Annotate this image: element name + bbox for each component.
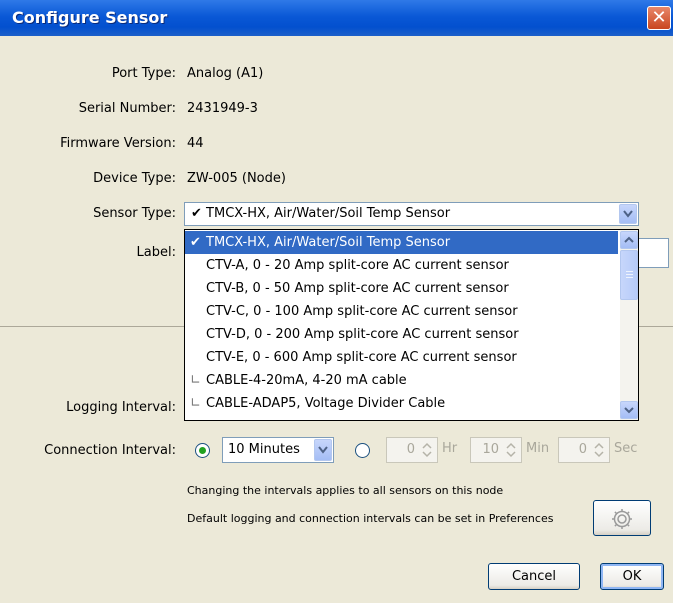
dropdown-item-label: CABLE-4-20mA, 4-20 mA cable: [206, 373, 407, 388]
dropdown-item[interactable]: ✔ TMCX-HX, Air/Water/Soil Temp Sensor: [185, 231, 618, 254]
connection-interval-label: Connection Interval:: [44, 443, 176, 458]
serial-number-label: Serial Number:: [78, 101, 176, 116]
sensor-type-label: Sensor Type:: [93, 206, 176, 221]
radio-selected-dot: [199, 447, 206, 454]
preferences-note: Default logging and connection intervals…: [187, 512, 554, 525]
hours-unit: Hr: [442, 441, 458, 456]
hours-value: 0: [406, 442, 415, 457]
cable-icon: ∟: [190, 396, 201, 411]
serial-number-value: 2431949-3: [187, 101, 258, 116]
port-type-value: Analog (A1): [187, 66, 264, 81]
connection-interval-select[interactable]: 10 Minutes: [222, 437, 334, 463]
device-type-label: Device Type:: [93, 171, 176, 186]
preferences-button[interactable]: [593, 500, 651, 536]
dropdown-item[interactable]: CTV-D, 0 - 200 Amp split-core AC current…: [185, 323, 618, 346]
dropdown-item[interactable]: CTV-A, 0 - 20 Amp split-core AC current …: [185, 254, 618, 277]
configure-sensor-dialog: Configure Sensor ✕ Port Type: Analog (A1…: [0, 0, 673, 603]
close-button[interactable]: ✕: [647, 6, 671, 30]
dropdown-item-label: TMCX-HX, Air/Water/Soil Temp Sensor: [206, 235, 451, 250]
scroll-up-button[interactable]: [620, 231, 638, 249]
dropdown-item-label: CTV-C, 0 - 100 Amp split-core AC current…: [206, 304, 518, 319]
dropdown-item[interactable]: ∟ CABLE-ADAP5, Voltage Divider Cable: [185, 392, 618, 415]
port-type-label: Port Type:: [111, 66, 176, 81]
intervals-note: Changing the intervals applies to all se…: [187, 484, 504, 497]
label-input[interactable]: [639, 238, 669, 268]
dropdown-item-label: CTV-E, 0 - 600 Amp split-core AC current…: [206, 350, 517, 365]
gear-icon: [612, 509, 632, 529]
seconds-spinner[interactable]: 0: [558, 437, 610, 463]
dropdown-item[interactable]: CTV-B, 0 - 50 Amp split-core AC current …: [185, 277, 618, 300]
minutes-unit: Min: [526, 441, 550, 456]
preset-interval-radio[interactable]: [195, 443, 210, 458]
minutes-value: 10: [482, 442, 499, 457]
firmware-version-label: Firmware Version:: [60, 136, 176, 151]
minutes-spinner[interactable]: 10: [470, 437, 522, 463]
sensor-type-combo[interactable]: ✔ TMCX-HX, Air/Water/Soil Temp Sensor: [184, 202, 639, 226]
dropdown-scrollbar[interactable]: [620, 230, 638, 420]
spinner-arrows-icon: [422, 442, 432, 458]
chevron-down-icon[interactable]: [619, 204, 637, 224]
spinner-arrows-icon: [594, 442, 604, 458]
window-title: Configure Sensor: [12, 8, 168, 27]
sensor-type-selected: ✔ TMCX-HX, Air/Water/Soil Temp Sensor: [191, 206, 451, 221]
dropdown-item[interactable]: ∟ CABLE-4-20mA, 4-20 mA cable: [185, 369, 618, 392]
cable-icon: ∟: [190, 373, 201, 388]
hours-spinner[interactable]: 0: [386, 437, 438, 463]
custom-interval-radio[interactable]: [355, 443, 370, 458]
seconds-unit: Sec: [614, 441, 638, 456]
dropdown-item[interactable]: CTV-C, 0 - 100 Amp split-core AC current…: [185, 300, 618, 323]
dropdown-item-label: CABLE-ADAP5, Voltage Divider Cable: [206, 396, 446, 411]
logging-interval-label: Logging Interval:: [66, 400, 176, 415]
device-type-value: ZW-005 (Node): [187, 171, 286, 186]
sensor-type-dropdown-list[interactable]: ✔ TMCX-HX, Air/Water/Soil Temp Sensor CT…: [184, 229, 639, 421]
scroll-down-button[interactable]: [620, 401, 638, 419]
dropdown-item-label: CTV-D, 0 - 200 Amp split-core AC current…: [206, 327, 519, 342]
check-icon: ✔: [190, 235, 201, 250]
spinner-arrows-icon: [506, 442, 516, 458]
dropdown-item-label: CTV-B, 0 - 50 Amp split-core AC current …: [206, 281, 509, 296]
label-label: Label:: [136, 245, 176, 260]
title-bar[interactable]: Configure Sensor ✕: [0, 0, 673, 36]
close-icon: ✕: [651, 7, 667, 28]
dropdown-item[interactable]: CTV-E, 0 - 600 Amp split-core AC current…: [185, 346, 618, 369]
cancel-button[interactable]: Cancel: [488, 563, 580, 590]
connection-interval-value: 10 Minutes: [228, 442, 300, 457]
firmware-version-value: 44: [187, 136, 204, 151]
chevron-up-icon: [624, 236, 634, 243]
scroll-thumb[interactable]: [620, 250, 638, 300]
seconds-value: 0: [578, 442, 587, 457]
ok-button[interactable]: OK: [600, 563, 664, 590]
chevron-down-icon[interactable]: [314, 439, 332, 461]
dropdown-item-label: CTV-A, 0 - 20 Amp split-core AC current …: [206, 258, 509, 273]
chevron-down-icon: [624, 407, 634, 414]
